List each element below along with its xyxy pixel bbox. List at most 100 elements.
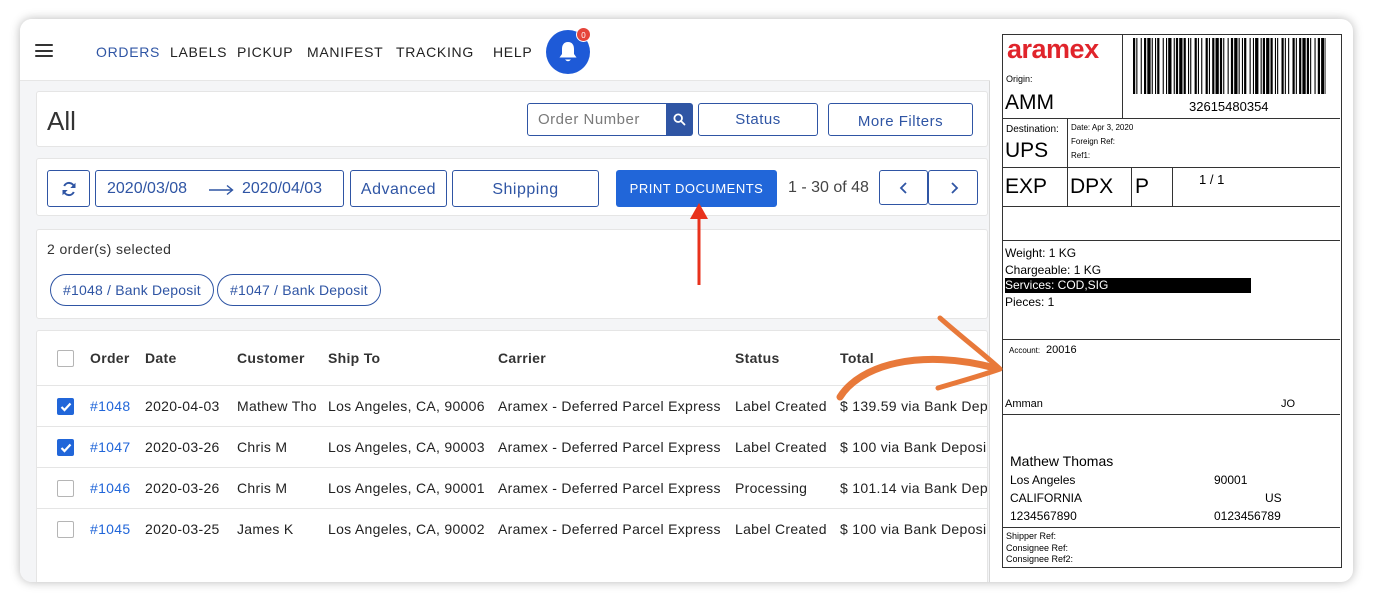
order-status: Label Created — [735, 521, 827, 537]
date-from: 2020/03/08 — [107, 180, 188, 197]
order-date: 2020-03-26 — [145, 439, 220, 455]
nav-help[interactable]: HELP — [493, 44, 532, 60]
order-total: $ 100 via Bank Deposi — [840, 439, 987, 455]
label-date: Date: Apr 3, 2020 — [1071, 123, 1134, 132]
nav-labels[interactable]: LABELS — [170, 44, 227, 60]
shipping-button[interactable]: Shipping — [452, 170, 599, 207]
nav-tracking[interactable]: TRACKING — [396, 44, 474, 60]
column-header-date[interactable]: Date — [145, 350, 177, 366]
chevron-right-icon — [951, 182, 959, 194]
aramex-logo: aramex — [1007, 34, 1099, 64]
row-divider — [37, 508, 987, 509]
bell-icon — [559, 42, 577, 62]
search-icon — [673, 113, 686, 126]
arrow-right-icon — [209, 184, 234, 196]
order-link[interactable]: #1045 — [90, 521, 130, 537]
ship-to: Los Angeles, CA, 90002 — [328, 521, 485, 537]
weight: Weight: 1 KG — [1005, 246, 1077, 260]
tracking-number: 32615480354 — [1189, 99, 1269, 114]
notification-badge: 0 — [576, 27, 591, 42]
product-type: DPX — [1070, 175, 1114, 198]
advanced-button[interactable]: Advanced — [350, 170, 447, 207]
carrier: Aramex - Deferred Parcel Express — [498, 439, 721, 455]
row-divider — [37, 426, 987, 427]
checkmark-icon — [60, 443, 72, 453]
consignee-state: CALIFORNIA — [1010, 491, 1083, 505]
column-header-status[interactable]: Status — [735, 350, 780, 366]
column-header-carrier[interactable]: Carrier — [498, 350, 546, 366]
column-header-ship-to[interactable]: Ship To — [328, 350, 380, 366]
payment-type: P — [1135, 175, 1150, 198]
more-filters-button[interactable]: More Filters — [828, 103, 973, 136]
order-status: Label Created — [735, 439, 827, 455]
nav-orders[interactable]: ORDERS — [96, 44, 160, 60]
order-link[interactable]: #1046 — [90, 480, 130, 496]
destination-caption: Destination: — [1006, 124, 1059, 135]
row-checkbox[interactable] — [57, 398, 74, 415]
origin-caption: Origin: — [1006, 74, 1033, 84]
order-number-search-input[interactable] — [527, 103, 667, 136]
app-window: ORDERS LABELS PICKUP MANIFEST TRACKING H… — [20, 19, 1353, 582]
nav-pickup[interactable]: PICKUP — [237, 44, 293, 60]
destination-code: UPS — [1005, 139, 1049, 162]
order-date: 2020-03-25 — [145, 521, 220, 537]
search-button[interactable] — [666, 103, 693, 136]
refresh-icon — [62, 181, 76, 197]
row-checkbox[interactable] — [57, 521, 74, 538]
foreign-ref: Foreign Ref: — [1071, 137, 1116, 146]
order-link[interactable]: #1047 — [90, 439, 130, 455]
menu-icon[interactable] — [35, 44, 53, 57]
order-total: $ 100 via Bank Deposi — [840, 521, 987, 537]
select-all-checkbox[interactable] — [57, 350, 74, 367]
print-documents-button[interactable]: PRINT DOCUMENTS — [616, 170, 777, 207]
consignee-city: Los Angeles — [1010, 473, 1076, 487]
prev-page-button[interactable] — [879, 170, 928, 205]
selected-order-chip[interactable]: #1047 / Bank Deposit — [217, 274, 381, 306]
consignee-country: US — [1265, 491, 1282, 505]
column-header-customer[interactable]: Customer — [237, 350, 305, 366]
carrier: Aramex - Deferred Parcel Express — [498, 398, 721, 414]
column-header-total[interactable]: Total — [840, 350, 874, 366]
row-checkbox[interactable] — [57, 480, 74, 497]
order-status: Label Created — [735, 398, 827, 414]
nav-manifest[interactable]: MANIFEST — [307, 44, 383, 60]
filter-panel: All Status More Filters — [36, 91, 988, 147]
notifications-button[interactable]: 0 — [546, 27, 591, 74]
orders-app: ORDERS LABELS PICKUP MANIFEST TRACKING H… — [20, 19, 990, 582]
ship-to: Los Angeles, CA, 90001 — [328, 480, 485, 496]
column-header-order[interactable]: Order — [90, 350, 130, 366]
chargeable-weight: Chargeable: 1 KG — [1005, 263, 1102, 277]
origin-country: JO — [1281, 398, 1296, 410]
origin-city: Amman — [1005, 398, 1043, 410]
consignee-ref2: Consignee Ref2: — [1006, 554, 1074, 564]
refresh-button[interactable] — [47, 170, 90, 207]
ref1: Ref1: — [1071, 151, 1091, 160]
consignee-ref: Consignee Ref: — [1006, 543, 1069, 553]
shipper-ref: Shipper Ref: — [1006, 531, 1057, 541]
status-filter-button[interactable]: Status — [698, 103, 818, 136]
next-page-button[interactable] — [928, 170, 978, 205]
orders-table: Order Date Customer Ship To Carrier Stat… — [36, 330, 988, 582]
consignee-phone-alt: 0123456789 — [1214, 509, 1281, 523]
services: Services: COD,SIG — [1005, 278, 1251, 293]
order-total: $ 139.59 via Bank Dep — [840, 398, 987, 414]
selection-panel: 2 order(s) selected #1048 / Bank Deposit… — [36, 229, 988, 319]
pagination-text: 1 - 30 of 48 — [788, 179, 869, 196]
pieces: Pieces: 1 — [1005, 295, 1055, 309]
shipping-label: aramex Origin: AMM 32615480354 Destinati… — [1002, 34, 1342, 568]
header-divider — [37, 385, 987, 386]
toolbar-panel: 2020/03/08 2020/04/03 Advanced Shipping … — [36, 158, 988, 216]
selection-count: 2 order(s) selected — [47, 241, 172, 257]
account-number: 20016 — [1046, 344, 1077, 356]
row-checkbox[interactable] — [57, 439, 74, 456]
origin-code: AMM — [1005, 91, 1054, 114]
order-link[interactable]: #1048 — [90, 398, 130, 414]
carrier: Aramex - Deferred Parcel Express — [498, 480, 721, 496]
date-range-picker[interactable]: 2020/03/08 2020/04/03 — [95, 170, 344, 207]
selected-order-chip[interactable]: #1048 / Bank Deposit — [50, 274, 214, 306]
product-group: EXP — [1005, 175, 1048, 198]
customer-name: Mathew Tho — [237, 398, 317, 414]
carrier: Aramex - Deferred Parcel Express — [498, 521, 721, 537]
consignee-phone: 1234567890 — [1010, 509, 1077, 523]
row-divider — [37, 467, 987, 468]
